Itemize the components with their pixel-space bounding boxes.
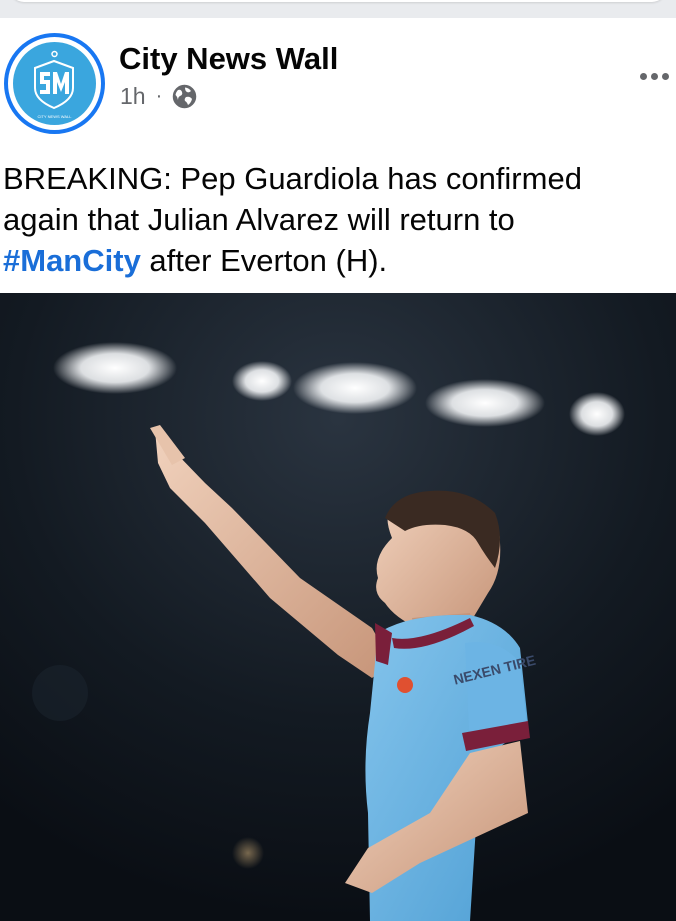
- avatar-logo: CITY NEWS WALL: [13, 42, 96, 125]
- meta-separator: ·: [155, 84, 163, 107]
- page-avatar[interactable]: CITY NEWS WALL: [4, 33, 105, 134]
- post-card: CITY NEWS WALL City News Wall 1h · BREAK…: [0, 18, 676, 921]
- post-timestamp[interactable]: 1h: [120, 83, 146, 110]
- hashtag-link[interactable]: #ManCity: [3, 243, 141, 278]
- page-name-link[interactable]: City News Wall: [119, 41, 338, 77]
- more-icon[interactable]: [640, 66, 676, 86]
- previous-post-bottom: [10, 0, 666, 2]
- post-meta: 1h ·: [120, 83, 197, 109]
- globe-icon[interactable]: [172, 84, 197, 109]
- previous-post-card-edge: [0, 0, 676, 18]
- player-celebration-photo: NEXEN TIRE: [0, 293, 676, 921]
- post-text-line: BREAKING: Pep Guardiola has confirmed: [3, 161, 582, 196]
- post-photo[interactable]: NEXEN TIRE: [0, 293, 676, 921]
- post-text-rest: after Everton (H).: [140, 243, 388, 278]
- avatar-caption: CITY NEWS WALL: [37, 114, 72, 119]
- post-text-line: #ManCity after Everton (H).: [3, 240, 663, 281]
- post-text: BREAKING: Pep Guardiola has confirmed ag…: [3, 158, 663, 281]
- city-news-wall-logo-icon: CITY NEWS WALL: [34, 50, 74, 119]
- post-text-line: again that Julian Alvarez will return to: [3, 202, 515, 237]
